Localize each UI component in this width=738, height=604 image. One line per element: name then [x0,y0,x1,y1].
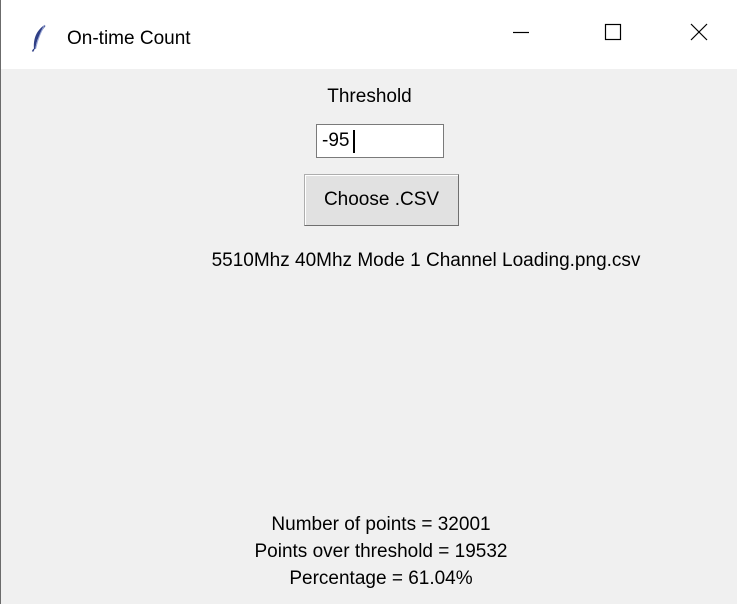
choose-csv-button[interactable]: Choose .CSV [304,174,459,226]
threshold-input[interactable] [316,124,444,158]
maximize-icon [603,22,623,47]
close-icon [689,22,709,47]
percentage-text: Percentage = 61.04% [289,568,473,589]
title-bar[interactable]: On-time Count [1,0,738,69]
selected-file-label: 5510Mhz 40Mhz Mode 1 Channel Loading.png… [211,250,641,271]
threshold-label: Threshold [327,86,412,107]
minimize-icon [511,22,531,47]
minimize-button[interactable] [475,0,567,69]
app-window: On-time Count Threshold Choose .CSV 5510… [0,0,738,604]
points-count-text: Number of points = 32001 [271,514,491,535]
maximize-button[interactable] [567,0,659,69]
window-title: On-time Count [67,28,191,49]
results-panel: Number of points = 32001 Points over thr… [1,511,738,592]
text-caret [353,130,355,153]
points-over-threshold-text: Points over threshold = 19532 [254,541,508,562]
feather-icon [31,24,47,52]
close-button[interactable] [659,0,738,69]
